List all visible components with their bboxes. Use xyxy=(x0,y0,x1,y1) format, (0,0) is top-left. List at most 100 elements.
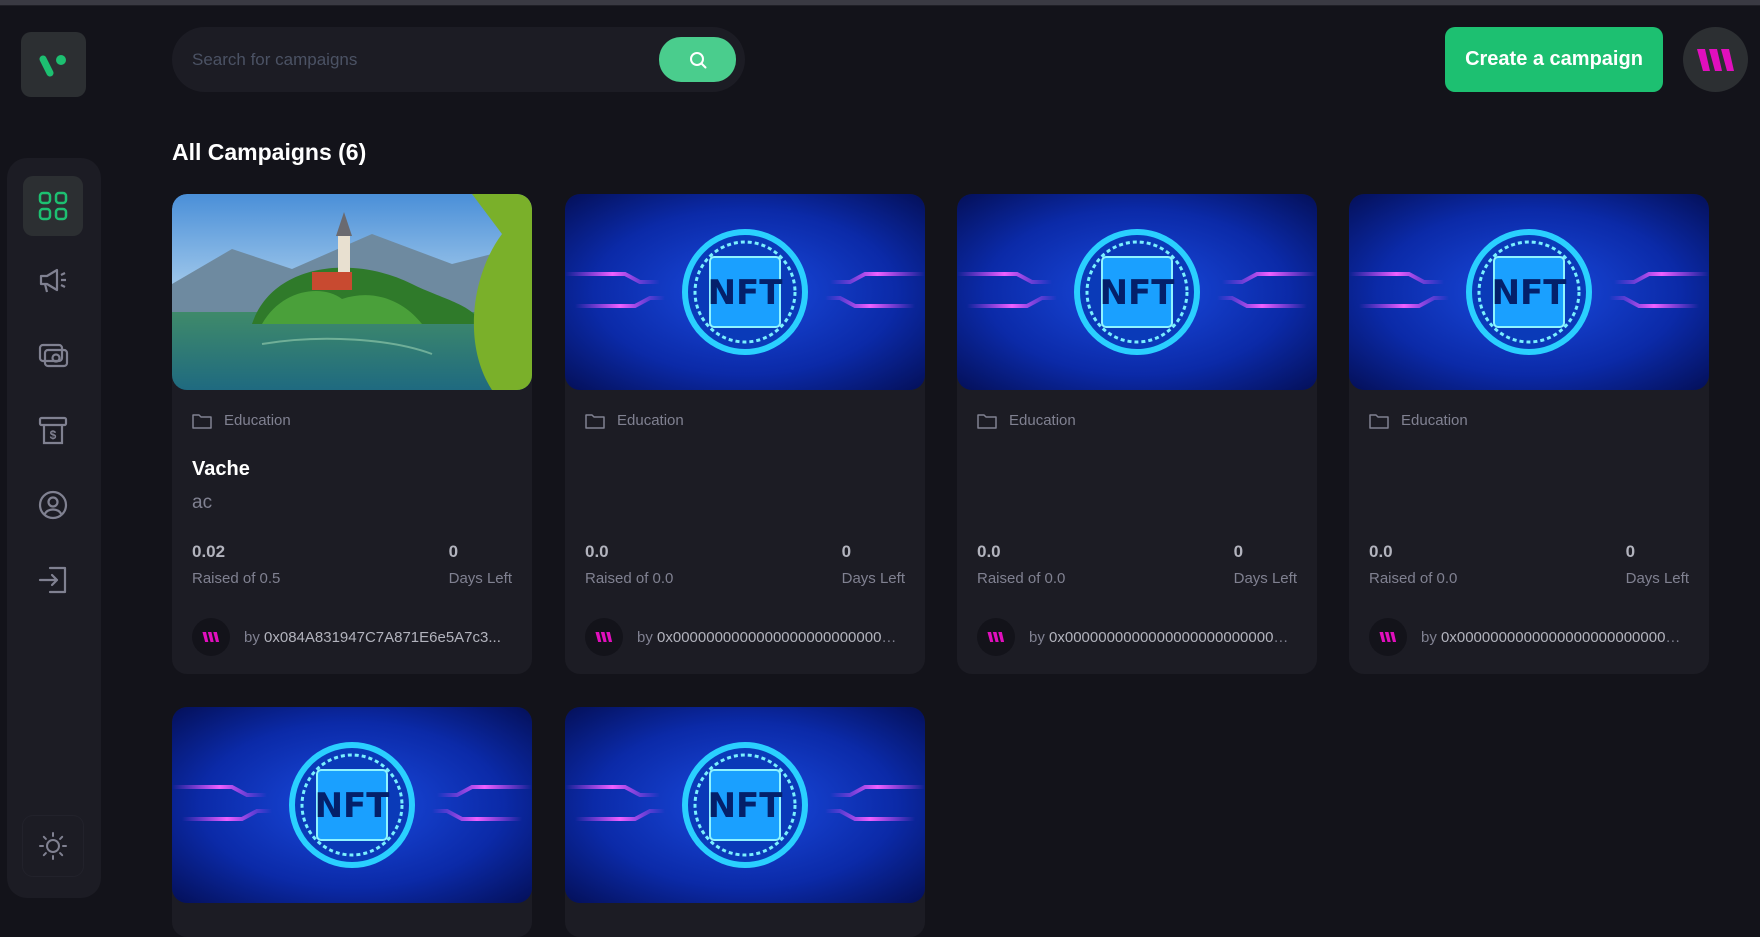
category-label: Education xyxy=(224,412,291,429)
raised-stat: 0.02 Raised of 0.5 xyxy=(192,542,280,587)
days-value: 0 xyxy=(448,542,459,561)
category-row: Education xyxy=(1369,412,1468,429)
raised-stat: 0.0 Raised of 0.0 xyxy=(1369,542,1457,587)
card-body: Education 0.0 Raised of 0.0 0 Days Left … xyxy=(585,390,905,674)
card-body: Education 0.0 Raised of 0.0 0 Days Left … xyxy=(1369,390,1689,674)
days-value: 0 xyxy=(1625,542,1636,561)
svg-text:NFT: NFT xyxy=(315,786,391,826)
profile-avatar[interactable] xyxy=(1683,27,1748,92)
campaign-card[interactable]: Education Vache ac 0.02 Raised of 0.5 0 … xyxy=(172,194,532,674)
category-label: Education xyxy=(1401,412,1468,429)
campaign-image xyxy=(172,194,532,390)
campaign-image: NFT xyxy=(565,707,925,903)
owner-avatar xyxy=(977,618,1015,656)
category-label: Education xyxy=(1009,412,1076,429)
raised-value: 0.0 xyxy=(977,542,1001,561)
days-value: 0 xyxy=(1233,542,1244,561)
days-stat: 0 Days Left xyxy=(449,542,512,587)
days-value: 0 xyxy=(841,542,852,561)
owner-row: by 0x084A831947C7A871E6e5A7c3... xyxy=(192,618,512,656)
svg-text:NFT: NFT xyxy=(1492,273,1568,313)
owner-prefix: by xyxy=(637,628,653,646)
campaign-card[interactable]: NFT Education 0.0 Raised of 0.0 0 Days L… xyxy=(1349,194,1709,674)
owner-value: 0x000000000000000000000000000... xyxy=(1441,628,1683,646)
sidebar-item-withdraw[interactable]: $ xyxy=(23,400,83,460)
owner-avatar xyxy=(1369,618,1407,656)
campaign-card[interactable]: NFT xyxy=(565,707,925,937)
owner-prefix: by xyxy=(1421,628,1437,646)
sun-icon xyxy=(39,832,67,860)
svg-text:NFT: NFT xyxy=(1100,273,1176,313)
folder-icon xyxy=(585,413,605,429)
browser-top-edge xyxy=(0,0,1760,6)
logo-icon xyxy=(39,54,66,76)
search-button[interactable] xyxy=(659,37,736,82)
theme-toggle-button[interactable] xyxy=(23,816,83,876)
sidebar-item-logout[interactable] xyxy=(23,550,83,610)
owner-avatar xyxy=(585,618,623,656)
sidebar-item-profile[interactable] xyxy=(23,475,83,535)
owner-value: 0x000000000000000000000000000... xyxy=(657,628,899,646)
days-label: Days Left xyxy=(841,570,905,587)
raised-stat: 0.0 Raised of 0.0 xyxy=(977,542,1065,587)
folder-icon xyxy=(1369,413,1389,429)
days-stat: 0 Days Left xyxy=(842,542,905,587)
category-label: Education xyxy=(617,412,684,429)
card-body: Education Vache ac 0.02 Raised of 0.5 0 … xyxy=(192,390,512,674)
card-body: Education 0.0 Raised of 0.0 0 Days Left … xyxy=(977,390,1297,674)
owner-prefix: by xyxy=(1029,628,1045,646)
campaign-card[interactable]: NFT xyxy=(172,707,532,937)
payment-icon xyxy=(38,343,69,368)
sidebar-item-campaign[interactable] xyxy=(23,250,83,310)
raised-label: Raised of 0.0 xyxy=(585,570,674,587)
days-label: Days Left xyxy=(1625,570,1689,587)
owner-value: 0x000000000000000000000000000... xyxy=(1049,628,1291,646)
campaign-card[interactable]: NFT Education 0.0 Raised of 0.0 0 Days L… xyxy=(565,194,925,674)
raised-label: Raised of 0.5 xyxy=(192,570,281,587)
folder-icon xyxy=(192,413,212,429)
brand-logo-icon xyxy=(1379,632,1397,642)
owner-address: by 0x000000000000000000000000000... xyxy=(1029,629,1291,646)
owner-address: by 0x000000000000000000000000000... xyxy=(1421,629,1683,646)
create-campaign-button[interactable]: Create a campaign xyxy=(1445,27,1663,92)
owner-avatar xyxy=(192,618,230,656)
brand-logo-icon xyxy=(987,632,1005,642)
brand-logo-icon xyxy=(1696,48,1734,71)
campaign-image: NFT xyxy=(957,194,1317,390)
sidebar: $ xyxy=(7,158,101,898)
campaign-image: NFT xyxy=(1349,194,1709,390)
category-row: Education xyxy=(977,412,1076,429)
svg-text:$: $ xyxy=(50,428,57,442)
sidebar-item-payment[interactable] xyxy=(23,325,83,385)
raised-label: Raised of 0.0 xyxy=(1369,570,1458,587)
campaign-image: NFT xyxy=(172,707,532,903)
raised-label: Raised of 0.0 xyxy=(977,570,1066,587)
campaign-description: ac xyxy=(192,492,213,513)
owner-row: by 0x000000000000000000000000000... xyxy=(977,618,1297,656)
search-input[interactable] xyxy=(192,27,632,92)
campaign-title: Vache xyxy=(192,458,250,480)
megaphone-icon xyxy=(39,268,66,293)
profile-icon xyxy=(38,490,68,520)
search-icon xyxy=(689,51,706,68)
days-stat: 0 Days Left xyxy=(1234,542,1297,587)
raised-value: 0.02 xyxy=(192,542,226,561)
withdraw-icon: $ xyxy=(38,416,68,445)
raised-value: 0.0 xyxy=(585,542,609,561)
app-logo[interactable] xyxy=(21,32,86,97)
days-stat: 0 Days Left xyxy=(1626,542,1689,587)
campaign-card[interactable]: NFT Education 0.0 Raised of 0.0 0 Days L… xyxy=(957,194,1317,674)
raised-stat: 0.0 Raised of 0.0 xyxy=(585,542,673,587)
folder-icon xyxy=(977,413,997,429)
owner-prefix: by xyxy=(244,628,260,646)
brand-logo-icon xyxy=(202,632,220,642)
owner-address: by 0x084A831947C7A871E6e5A7c3... xyxy=(244,629,506,646)
sidebar-item-dashboard[interactable] xyxy=(23,176,83,236)
brand-logo-icon xyxy=(595,632,613,642)
search-bar xyxy=(172,27,745,92)
owner-row: by 0x000000000000000000000000000... xyxy=(585,618,905,656)
days-label: Days Left xyxy=(448,570,512,587)
dashboard-icon xyxy=(38,191,68,221)
campaign-image: NFT xyxy=(565,194,925,390)
days-label: Days Left xyxy=(1233,570,1297,587)
